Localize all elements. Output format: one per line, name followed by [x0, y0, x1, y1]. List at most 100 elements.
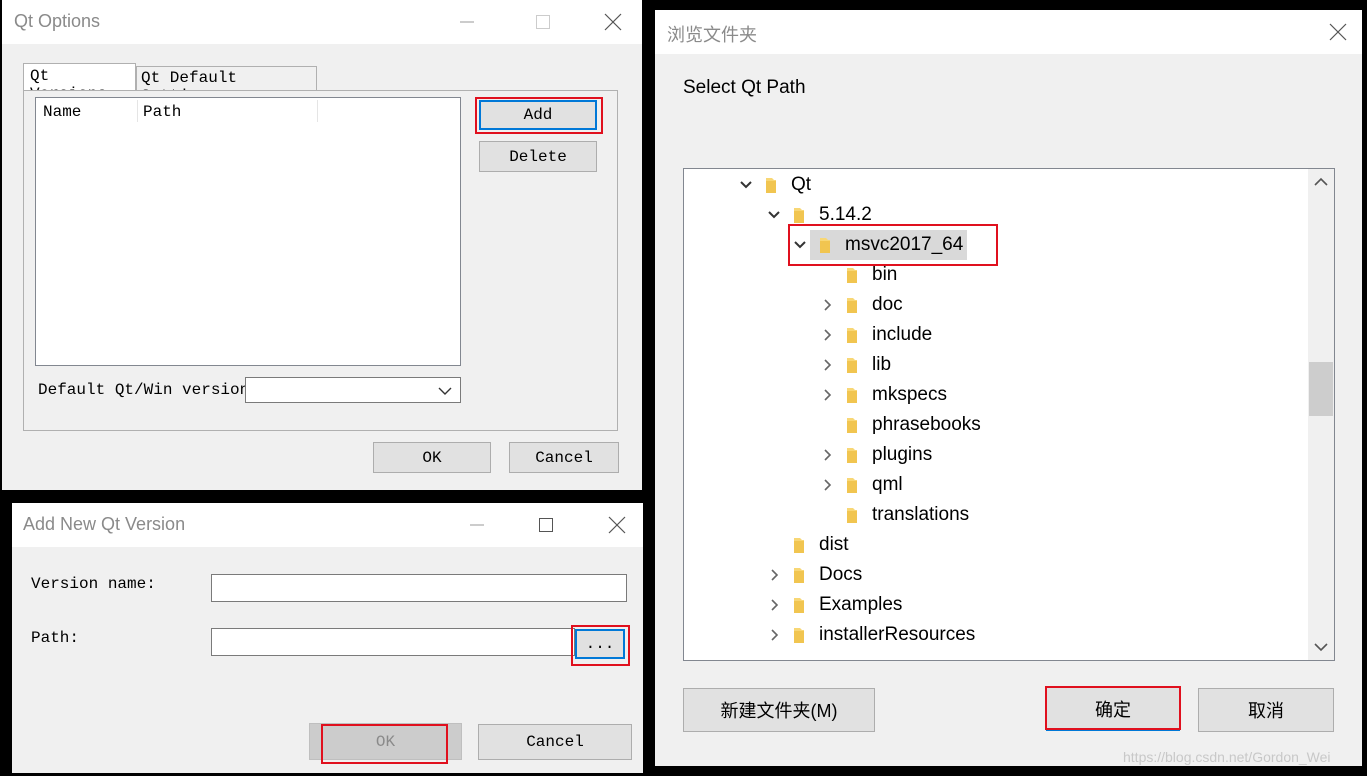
- tree-item-label: 5.14.2: [819, 204, 872, 225]
- tree-item[interactable]: plugins: [817, 440, 936, 470]
- title-bar[interactable]: Qt Options: [2, 0, 642, 44]
- ok-button[interactable]: OK: [373, 442, 491, 473]
- chevron-right-icon[interactable]: [817, 445, 837, 465]
- chevron-down-icon[interactable]: [764, 205, 784, 225]
- close-button[interactable]: [594, 507, 640, 543]
- tree-item[interactable]: msvc2017_64: [790, 230, 968, 260]
- cancel-button[interactable]: 取消: [1198, 688, 1334, 732]
- tree-item[interactable]: Qt: [736, 170, 815, 200]
- tree-item[interactable]: include: [817, 320, 936, 350]
- version-name-field[interactable]: [211, 574, 627, 602]
- tree-item-label: installerResources: [819, 624, 976, 645]
- maximize-button[interactable]: [520, 4, 566, 40]
- tree-item-content[interactable]: doc: [837, 290, 907, 320]
- close-icon: [604, 13, 622, 31]
- column-header-name[interactable]: Name: [43, 103, 81, 121]
- folder-icon: [792, 205, 806, 225]
- cancel-button[interactable]: Cancel: [478, 724, 632, 760]
- tree-item-label: translations: [872, 504, 970, 525]
- tree-item[interactable]: translations: [817, 500, 973, 530]
- folder-icon: [845, 415, 859, 435]
- window-title: Qt Options: [14, 11, 101, 31]
- version-name-label: Version name:: [31, 575, 156, 593]
- tree-item-content[interactable]: qml: [837, 470, 907, 500]
- tree-item-content[interactable]: Qt: [756, 170, 815, 200]
- tree-item[interactable]: 5.14.2: [764, 200, 876, 230]
- scrollbar-thumb[interactable]: [1309, 362, 1333, 416]
- tree-item-content[interactable]: include: [837, 320, 936, 350]
- confirm-button[interactable]: 确定: [1046, 687, 1180, 731]
- tree-item[interactable]: dist: [764, 530, 853, 560]
- chevron-right-icon[interactable]: [764, 565, 784, 585]
- column-divider[interactable]: [137, 100, 138, 122]
- ok-button[interactable]: OK: [309, 723, 462, 760]
- tree-item[interactable]: lib: [817, 350, 895, 380]
- add-label: Add: [523, 106, 553, 124]
- tree-item[interactable]: mkspecs: [817, 380, 951, 410]
- tree-item[interactable]: Docs: [764, 560, 866, 590]
- cancel-button[interactable]: Cancel: [509, 442, 619, 473]
- tree-item-content[interactable]: bin: [837, 260, 901, 290]
- close-icon: [608, 516, 626, 534]
- tree-item[interactable]: Examples: [764, 590, 906, 620]
- close-button[interactable]: [590, 4, 636, 40]
- folder-icon: [845, 325, 859, 345]
- tree-item-content[interactable]: plugins: [837, 440, 936, 470]
- minimize-button[interactable]: [454, 507, 500, 543]
- chevron-placeholder: [817, 265, 837, 285]
- default-version-select[interactable]: [245, 377, 461, 403]
- column-header-path[interactable]: Path: [143, 103, 181, 121]
- minimize-button[interactable]: [444, 4, 490, 40]
- path-field[interactable]: [211, 628, 575, 656]
- tree-item-content[interactable]: Examples: [784, 590, 906, 620]
- tree-item-content[interactable]: dist: [784, 530, 853, 560]
- tree-rows: Qt 5.14.2 msvc2017_64 bin doc include lib mkspe…: [684, 169, 1308, 660]
- folder-icon: [792, 625, 806, 645]
- chevron-right-icon[interactable]: [817, 295, 837, 315]
- tree-item-label: Docs: [819, 564, 863, 585]
- tree-item-label: mkspecs: [872, 384, 947, 405]
- tree-item[interactable]: qml: [817, 470, 907, 500]
- tree-item[interactable]: bin: [817, 260, 901, 290]
- browse-button[interactable]: ...: [575, 629, 625, 659]
- tree-item-content[interactable]: phrasebooks: [837, 410, 985, 440]
- prompt-text: Select Qt Path: [683, 77, 806, 98]
- chevron-right-icon[interactable]: [817, 325, 837, 345]
- tree-item[interactable]: phrasebooks: [817, 410, 985, 440]
- column-divider[interactable]: [317, 100, 318, 122]
- tree-item-content[interactable]: installerResources: [784, 620, 979, 650]
- watermark: https://blog.csdn.net/Gordon_Wei: [1123, 749, 1331, 765]
- tree-item[interactable]: installerResources: [764, 620, 979, 650]
- close-button[interactable]: [1315, 14, 1361, 50]
- maximize-button[interactable]: [523, 507, 569, 543]
- chevron-placeholder: [817, 505, 837, 525]
- tab-qt-default-settings[interactable]: Qt Default Settings: [136, 66, 317, 105]
- tree-item-content[interactable]: Docs: [784, 560, 866, 590]
- chevron-down-icon[interactable]: [736, 175, 756, 195]
- folder-tree[interactable]: Qt 5.14.2 msvc2017_64 bin doc include lib mkspe…: [683, 168, 1335, 661]
- add-button[interactable]: Add: [479, 100, 597, 130]
- chevron-right-icon[interactable]: [817, 385, 837, 405]
- new-folder-button[interactable]: 新建文件夹(M): [683, 688, 875, 732]
- tab-qt-versions[interactable]: Qt Versions: [23, 63, 136, 103]
- chevron-placeholder: [817, 415, 837, 435]
- folder-icon: [845, 385, 859, 405]
- tree-item-content[interactable]: lib: [837, 350, 895, 380]
- title-bar[interactable]: Add New Qt Version: [12, 503, 643, 547]
- chevron-right-icon[interactable]: [764, 625, 784, 645]
- tree-item-content[interactable]: 5.14.2: [784, 200, 876, 230]
- chevron-right-icon[interactable]: [817, 475, 837, 495]
- tree-item[interactable]: doc: [817, 290, 907, 320]
- qt-versions-list[interactable]: Name Path: [35, 97, 461, 366]
- minimize-icon: [460, 21, 474, 23]
- chevron-right-icon[interactable]: [817, 355, 837, 375]
- tree-item-content[interactable]: mkspecs: [837, 380, 951, 410]
- chevron-right-icon[interactable]: [764, 595, 784, 615]
- scroll-down-icon: [1314, 643, 1328, 652]
- title-bar[interactable]: 浏览文件夹: [655, 10, 1362, 54]
- delete-button[interactable]: Delete: [479, 141, 597, 172]
- vertical-scrollbar[interactable]: [1308, 169, 1334, 660]
- chevron-down-icon[interactable]: [790, 235, 810, 255]
- tree-item-content[interactable]: msvc2017_64: [810, 230, 968, 260]
- tree-item-content[interactable]: translations: [837, 500, 973, 530]
